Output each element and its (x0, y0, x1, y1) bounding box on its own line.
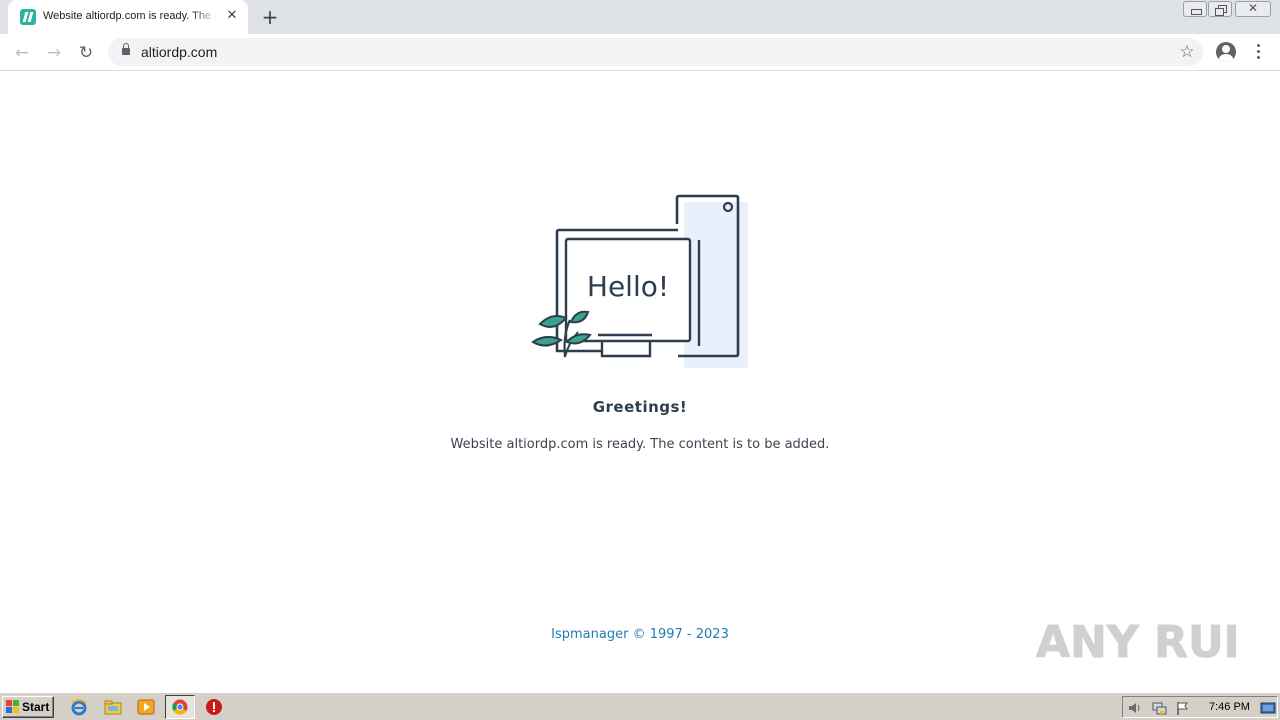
media-player-icon[interactable] (137, 698, 155, 716)
hello-illustration: Hello! (531, 194, 748, 368)
network-icon[interactable] (1151, 700, 1167, 716)
browser-titlebar: Website altiordp.com is ready. The conte… (0, 0, 1280, 34)
speaker-icon[interactable] (1127, 700, 1143, 716)
windows-logo-icon (6, 700, 20, 714)
anyrun-watermark-logo: ANY RUN (1036, 617, 1236, 669)
start-label: Start (22, 700, 50, 714)
page-heading: Greetings! (592, 398, 688, 416)
site-favicon-icon (20, 9, 36, 25)
chrome-icon (172, 699, 188, 715)
browser-toolbar: ← → ↻ altiordp.com ☆ (0, 34, 1280, 71)
bookmark-star-icon[interactable]: ☆ (1177, 41, 1197, 63)
address-bar-url[interactable]: altiordp.com (141, 44, 217, 60)
new-tab-button[interactable]: + (259, 6, 281, 28)
taskbar-clock[interactable]: 7:46 PM (1209, 701, 1250, 713)
profile-avatar-icon[interactable] (1216, 42, 1236, 62)
tab-title: Website altiordp.com is ready. The conte… (43, 10, 218, 22)
window-minimize-button[interactable] (1183, 1, 1207, 17)
address-bar[interactable]: altiordp.com ☆ (108, 38, 1203, 66)
lock-icon[interactable] (122, 43, 130, 56)
start-button[interactable]: Start (2, 696, 54, 718)
browser-menu-icon[interactable] (1250, 42, 1266, 62)
windows-taskbar: Start 7:46 PM (0, 692, 1280, 720)
close-icon: ✕ (1247, 1, 1259, 15)
action-center-flag-icon[interactable] (1175, 700, 1191, 716)
opera-stop-icon[interactable] (205, 698, 223, 716)
page-content: Hello! Greetings! Website altiordp.com i… (0, 72, 1280, 692)
svg-text:ANY RUN: ANY RUN (1036, 617, 1236, 668)
window-close-button[interactable]: ✕ (1235, 1, 1271, 17)
internet-explorer-icon[interactable] (70, 698, 88, 716)
window-restore-button[interactable] (1208, 1, 1232, 17)
reload-button[interactable]: ↻ (73, 40, 99, 66)
back-button[interactable]: ← (9, 40, 35, 66)
chrome-taskbar-button[interactable] (165, 695, 195, 719)
illustration-hello-text: Hello! (587, 270, 669, 303)
page-message: Website altiordp.com is ready. The conte… (450, 437, 830, 452)
system-tray: 7:46 PM (1122, 696, 1278, 718)
tab-active[interactable]: Website altiordp.com is ready. The conte… (8, 0, 248, 34)
file-explorer-icon[interactable] (104, 698, 122, 716)
tab-close-icon[interactable]: ✕ (224, 8, 240, 24)
show-desktop-icon[interactable] (1260, 700, 1276, 716)
forward-button[interactable]: → (41, 40, 67, 66)
